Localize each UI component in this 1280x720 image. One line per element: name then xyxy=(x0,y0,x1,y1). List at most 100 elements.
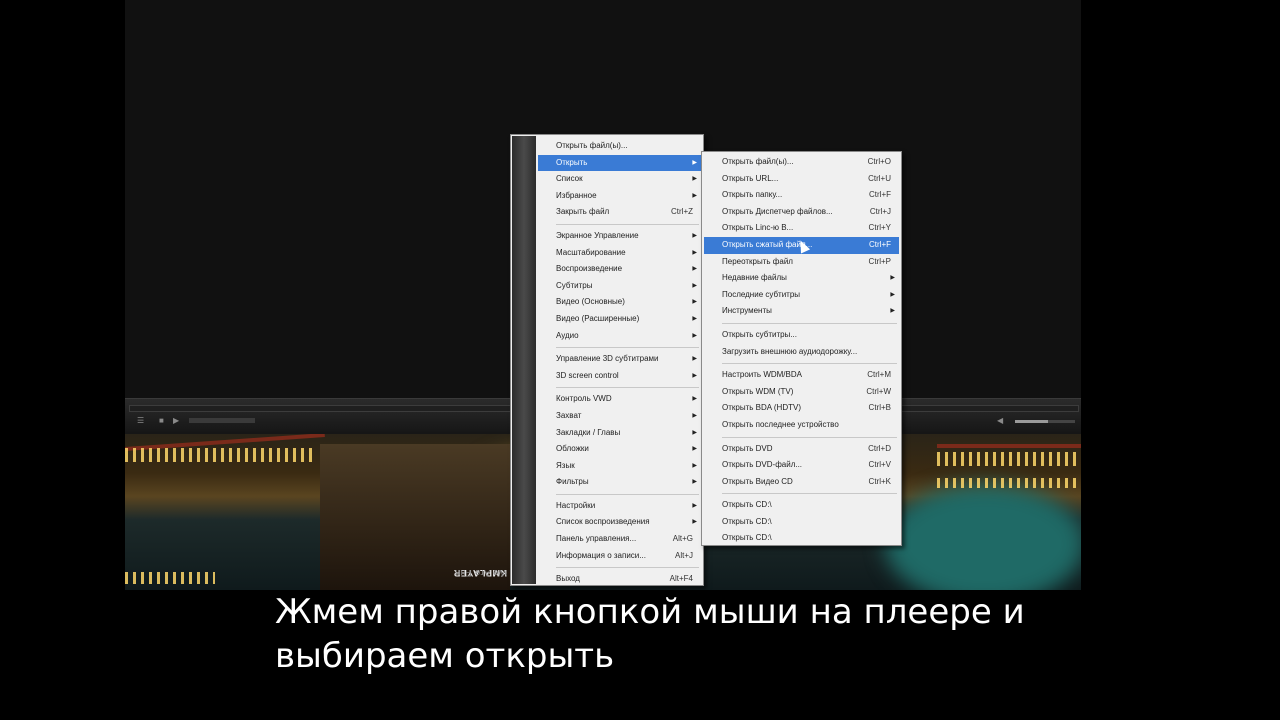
open-submenu-items: Открыть файл(ы)... Ctrl+O Открыть URL... Ct… xyxy=(704,154,899,547)
open-submenu-item-label: Загрузить внешнюю аудиодорожку... xyxy=(722,346,858,356)
open-submenu-item-shortcut: Ctrl+J xyxy=(869,206,891,216)
submenu-arrow-icon: ▶ xyxy=(692,479,697,486)
context-menu-item[interactable]: Захват ▶ xyxy=(538,408,701,425)
context-menu-item[interactable]: Открыть файл(ы)... xyxy=(538,138,701,155)
open-submenu-item-shortcut: Ctrl+F xyxy=(869,190,891,200)
open-submenu-item[interactable]: Недавние файлы ▶ xyxy=(704,270,899,287)
context-menu-item[interactable]: Видео (Основные) ▶ xyxy=(538,294,701,311)
context-menu-item[interactable]: Список ▶ xyxy=(538,171,701,188)
open-submenu-item[interactable]: Настроить WDM/BDA Ctrl+M xyxy=(704,367,899,384)
context-menu-item[interactable]: Контроль VWD ▶ xyxy=(538,391,701,408)
open-submenu-item[interactable]: Открыть последнее устройство xyxy=(704,417,899,434)
open-submenu-item[interactable]: Переоткрыть файл Ctrl+P xyxy=(704,254,899,271)
open-submenu-item[interactable]: Открыть URL... Ctrl+U xyxy=(704,171,899,188)
open-submenu-item[interactable]: Открыть CD:\ xyxy=(704,514,899,531)
context-menu-item[interactable]: Обложки ▶ xyxy=(538,441,701,458)
open-submenu-item-label: Открыть CD:\ xyxy=(722,516,772,526)
open-submenu-item-label: Открыть папку... xyxy=(722,190,783,200)
context-menu-item[interactable]: Масштабирование ▶ xyxy=(538,245,701,262)
open-submenu-item[interactable]: Открыть файл(ы)... Ctrl+O xyxy=(704,154,899,171)
open-submenu-item-label: Открыть Linc-ю B... xyxy=(722,223,794,233)
open-submenu-item-label: Открыть WDM (TV) xyxy=(722,386,794,396)
open-submenu-item[interactable]: Открыть DVD-файл... Ctrl+V xyxy=(704,457,899,474)
open-submenu-item-label: Открыть последнее устройство xyxy=(722,419,839,429)
open-submenu-item[interactable]: Последние субтитры ▶ xyxy=(704,287,899,304)
open-submenu-item-label: Открыть CD:\ xyxy=(722,533,772,543)
open-submenu-item[interactable]: Открыть Видео CD Ctrl+K xyxy=(704,474,899,491)
volume-slider[interactable] xyxy=(1015,420,1075,423)
open-submenu-item-label: Открыть DVD xyxy=(722,443,773,453)
volume-fill xyxy=(1015,420,1048,423)
open-submenu-item-label: Открыть DVD-файл... xyxy=(722,460,803,470)
context-menu-item[interactable]: Воспроизведение ▶ xyxy=(538,261,701,278)
submenu-arrow-icon: ▶ xyxy=(692,266,697,273)
context-menu-item-label: Захват xyxy=(556,410,582,420)
context-menu-item-shortcut: Alt+G xyxy=(672,534,693,544)
menu-separator xyxy=(556,387,699,389)
context-menu-item[interactable]: Закладки / Главы ▶ xyxy=(538,425,701,442)
submenu-arrow-icon: ▶ xyxy=(692,502,697,509)
open-submenu-item-label: Открыть Диспетчер файлов... xyxy=(722,206,833,216)
submenu-arrow-icon: ▶ xyxy=(692,192,697,199)
open-submenu-item-shortcut: Ctrl+P xyxy=(868,256,891,266)
open-submenu-item[interactable]: Открыть Linc-ю B... Ctrl+Y xyxy=(704,220,899,237)
submenu-arrow-icon: ▶ xyxy=(692,249,697,256)
open-submenu-item-label: Последние субтитры xyxy=(722,289,801,299)
submenu-arrow-icon: ▶ xyxy=(692,332,697,339)
open-submenu-item[interactable]: Инструменты ▶ xyxy=(704,303,899,320)
context-menu-item[interactable]: Информация о записи... Alt+J xyxy=(538,548,701,565)
context-menu-item[interactable]: Открыть ▶ xyxy=(538,154,701,172)
context-menu-item-label: Информация о записи... xyxy=(556,550,646,560)
context-menu-item-label: Воспроизведение xyxy=(556,264,623,274)
open-submenu-item-shortcut: Ctrl+O xyxy=(867,157,891,166)
context-menu-item[interactable]: Закрыть файл Ctrl+Z xyxy=(538,204,701,221)
menu-separator xyxy=(722,363,897,365)
context-menu-item-label: Видео (Расширенные) xyxy=(556,313,640,323)
open-submenu-item[interactable]: Открыть субтитры... xyxy=(704,327,899,344)
menu-separator xyxy=(556,493,699,495)
stop-icon[interactable]: ■ xyxy=(159,416,164,425)
submenu-arrow-icon: ▶ xyxy=(692,299,697,306)
open-submenu-item-shortcut: Ctrl+B xyxy=(868,403,891,413)
open-submenu-item-label: Инструменты xyxy=(722,306,772,316)
speaker-icon[interactable]: ◀ xyxy=(997,416,1003,425)
open-submenu-item-label: Недавние файлы xyxy=(722,273,787,283)
context-menu-item[interactable]: 3D screen control ▶ xyxy=(538,368,701,385)
context-menu-item-label: Закрыть файл xyxy=(556,207,610,217)
open-submenu-item[interactable]: Открыть Диспетчер файлов... Ctrl+J xyxy=(704,204,899,221)
context-menu-item[interactable]: Экранное Управление ▶ xyxy=(538,228,701,245)
context-menu-item-shortcut: Ctrl+Z xyxy=(671,207,693,217)
open-submenu-item[interactable]: Открыть CD:\ xyxy=(704,530,899,547)
context-menu-item[interactable]: Фильтры ▶ xyxy=(538,474,701,491)
context-menu-item[interactable]: Язык ▶ xyxy=(538,458,701,475)
open-submenu-item-shortcut: Ctrl+M xyxy=(867,370,891,380)
context-menu-item-label: Экранное Управление xyxy=(556,230,639,240)
context-menu: KMPLAYER We Are Fun Открыть файл(ы)... От… xyxy=(453,134,704,588)
submenu-arrow-icon: ▶ xyxy=(692,315,697,322)
menu-separator xyxy=(722,322,897,324)
open-submenu-item[interactable]: Открыть CD:\ xyxy=(704,497,899,514)
context-menu-item[interactable]: Панель управления... Alt+G xyxy=(538,531,701,548)
context-menu-item[interactable]: Выход Alt+F4 xyxy=(538,571,701,588)
open-submenu-item[interactable]: Открыть папку... Ctrl+F xyxy=(704,187,899,204)
open-submenu-item[interactable]: Открыть DVD Ctrl+D xyxy=(704,441,899,458)
context-menu-item-label: Настройки xyxy=(556,500,596,510)
settings-icon[interactable]: ☰ xyxy=(137,416,144,425)
open-submenu-item[interactable]: Открыть BDA (HDTV) Ctrl+B xyxy=(704,400,899,417)
context-menu-item[interactable]: Управление 3D субтитрами ▶ xyxy=(538,351,701,368)
context-menu-item[interactable]: Субтитры ▶ xyxy=(538,278,701,295)
menu-separator xyxy=(556,223,699,225)
open-submenu-item[interactable]: Загрузить внешнюю аудиодорожку... xyxy=(704,344,899,361)
context-menu-item[interactable]: Видео (Расширенные) ▶ xyxy=(538,311,701,328)
context-menu-item[interactable]: Настройки ▶ xyxy=(538,498,701,515)
context-menu-item[interactable]: Список воспроизведения ▶ xyxy=(538,514,701,531)
submenu-arrow-icon: ▶ xyxy=(890,291,895,298)
open-submenu-item-shortcut: Ctrl+V xyxy=(868,460,891,470)
open-submenu-item-label: Настроить WDM/BDA xyxy=(722,370,802,380)
timeline-mini[interactable] xyxy=(189,418,255,423)
open-submenu-item[interactable]: Открыть WDM (TV) Ctrl+W xyxy=(704,384,899,401)
context-menu-item[interactable]: Избранное ▶ xyxy=(538,188,701,205)
context-menu-item-label: Фильтры xyxy=(556,477,589,487)
context-menu-item[interactable]: Аудио ▶ xyxy=(538,328,701,345)
play-icon[interactable]: ▶ xyxy=(173,416,179,425)
